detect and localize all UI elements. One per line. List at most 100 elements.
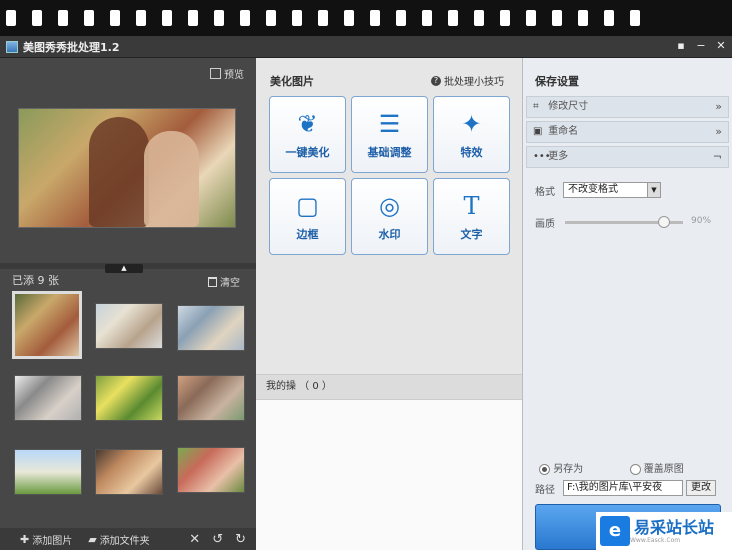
tool-frame[interactable]: ▢ 边框 bbox=[269, 178, 346, 255]
tool-label: 边框 bbox=[296, 228, 319, 241]
rotate-right-icon[interactable]: ↻ bbox=[235, 532, 246, 547]
add-folder-button[interactable]: ▰ 添加文件夹 bbox=[88, 532, 149, 547]
tool-label: 基础调整 bbox=[367, 146, 412, 159]
film-hole bbox=[318, 10, 328, 26]
close-button[interactable]: ✕ bbox=[714, 39, 728, 53]
film-hole bbox=[240, 10, 250, 26]
crop-icon: ⌗ bbox=[533, 101, 539, 112]
delete-icon[interactable]: ✕ bbox=[189, 532, 200, 547]
watermark-subtext: Www.Easck.Com bbox=[630, 536, 681, 544]
chevron-down-icon: ¬ bbox=[712, 150, 722, 163]
rename-icon: ▣ bbox=[533, 126, 543, 137]
save-settings-header: 保存设置 bbox=[535, 75, 579, 88]
dropdown-arrow-icon: ▼ bbox=[647, 183, 660, 197]
slider-knob[interactable] bbox=[658, 216, 670, 228]
film-hole bbox=[110, 10, 120, 26]
added-count-label: 已添 9 张 bbox=[12, 274, 59, 287]
path-input[interactable]: F:\我的图片库\平安夜 bbox=[563, 480, 683, 496]
more-icon: ••• bbox=[533, 151, 551, 162]
thumbnail[interactable] bbox=[14, 375, 82, 421]
save-as-radio[interactable] bbox=[539, 463, 550, 475]
format-select[interactable]: 不改变格式 ▼ bbox=[563, 182, 661, 198]
tool-effects[interactable]: ✦ 特效 bbox=[433, 96, 510, 173]
thumbnail[interactable] bbox=[95, 449, 163, 495]
tulip-icon: ❦ bbox=[297, 110, 318, 138]
film-hole bbox=[58, 10, 68, 26]
film-hole bbox=[266, 10, 276, 26]
added-count-row: 已添 9 张 清空 bbox=[0, 268, 256, 292]
tips-label: 批处理小技巧 bbox=[444, 77, 504, 88]
quality-label: 画质 bbox=[535, 219, 555, 230]
film-hole bbox=[396, 10, 406, 26]
section-resize[interactable]: ⌗ 修改尺寸 » bbox=[526, 96, 729, 118]
thumbnail[interactable] bbox=[177, 305, 245, 351]
section-more[interactable]: ••• 更多 ¬ bbox=[526, 146, 729, 168]
operations-list bbox=[256, 400, 522, 550]
thumbnail[interactable] bbox=[14, 449, 82, 495]
format-label: 格式 bbox=[535, 186, 555, 198]
film-hole bbox=[188, 10, 198, 26]
section-label: 修改尺寸 bbox=[548, 101, 589, 112]
tips-link[interactable]: ? 批处理小技巧 bbox=[431, 73, 504, 88]
tool-basic-adjust[interactable]: ☰ 基础调整 bbox=[351, 96, 428, 173]
film-hole bbox=[474, 10, 484, 26]
rotate-left-icon[interactable]: ↺ bbox=[212, 532, 223, 547]
thumbnail[interactable] bbox=[95, 375, 163, 421]
film-hole bbox=[32, 10, 42, 26]
section-rename[interactable]: ▣ 重命名 » bbox=[526, 121, 729, 143]
film-hole bbox=[162, 10, 172, 26]
tool-label: 文字 bbox=[460, 228, 483, 241]
thumbnail[interactable] bbox=[12, 291, 82, 359]
section-label: 更多 bbox=[548, 151, 569, 162]
middle-panel: 美化图片 ? 批处理小技巧 ❦ 一键美化 ☰ 基础调整 ✦ 特效 ▢ 边框 ◎ … bbox=[256, 58, 522, 550]
quality-slider[interactable] bbox=[565, 216, 683, 228]
film-hole bbox=[448, 10, 458, 26]
add-picture-button[interactable]: ✚ 添加图片 bbox=[20, 532, 72, 547]
window-controls: ▪ − ✕ bbox=[674, 39, 728, 53]
overwrite-label: 覆盖原图 bbox=[643, 464, 684, 475]
thumbnail[interactable] bbox=[177, 447, 245, 493]
text-icon: T bbox=[463, 192, 480, 220]
change-path-button[interactable]: 更改 bbox=[686, 480, 716, 496]
chevron-right-icon: » bbox=[715, 100, 722, 113]
film-hole bbox=[604, 10, 614, 26]
tool-one-click-beautify[interactable]: ❦ 一键美化 bbox=[269, 96, 346, 173]
preview-image bbox=[18, 108, 236, 228]
film-hole bbox=[292, 10, 302, 26]
tool-label: 一键美化 bbox=[285, 146, 330, 159]
overwrite-radio[interactable] bbox=[629, 463, 641, 475]
feedback-icon[interactable]: ▪ bbox=[674, 39, 688, 53]
app-icon bbox=[6, 40, 18, 53]
preview-button[interactable]: 预览 bbox=[210, 66, 244, 81]
title-bar: 美图秀秀批处理1.2 ▪ − ✕ bbox=[0, 36, 732, 58]
watermark-icon: ◎ bbox=[379, 192, 400, 220]
beautify-header: 美化图片 bbox=[270, 75, 314, 88]
path-label: 路径 bbox=[535, 484, 555, 496]
thumbnail[interactable] bbox=[95, 303, 163, 349]
thumbnail[interactable] bbox=[177, 375, 245, 421]
quality-row: 画质 bbox=[535, 215, 555, 230]
folder-icon: ▰ bbox=[88, 532, 97, 546]
preview-label: 预览 bbox=[224, 70, 244, 81]
left-actions: ✕ ↺ ↻ bbox=[189, 532, 246, 547]
frame-icon: ▢ bbox=[296, 192, 319, 220]
tool-watermark[interactable]: ◎ 水印 bbox=[351, 178, 428, 255]
path-row: 路径 F:\我的图片库\平安夜 更改 bbox=[535, 480, 716, 496]
preview-figure bbox=[144, 131, 199, 227]
film-hole bbox=[344, 10, 354, 26]
clear-button[interactable]: 清空 bbox=[208, 274, 240, 289]
tool-text[interactable]: T 文字 bbox=[433, 178, 510, 255]
add-picture-label: 添加图片 bbox=[32, 535, 73, 547]
format-row: 格式 不改变格式 ▼ bbox=[535, 182, 661, 198]
quality-value: 90% bbox=[691, 216, 712, 226]
film-hole bbox=[552, 10, 562, 26]
minimize-button[interactable]: − bbox=[694, 39, 708, 53]
watermark-text: 易采站长站 bbox=[634, 517, 715, 537]
film-hole bbox=[370, 10, 380, 26]
window-title: 美图秀秀批处理1.2 bbox=[23, 40, 120, 54]
magic-wand-icon: ✦ bbox=[461, 110, 482, 138]
format-value: 不改变格式 bbox=[568, 184, 618, 195]
film-hole bbox=[526, 10, 536, 26]
watermark-logo-icon: e bbox=[600, 516, 630, 546]
tool-label: 特效 bbox=[460, 146, 483, 159]
